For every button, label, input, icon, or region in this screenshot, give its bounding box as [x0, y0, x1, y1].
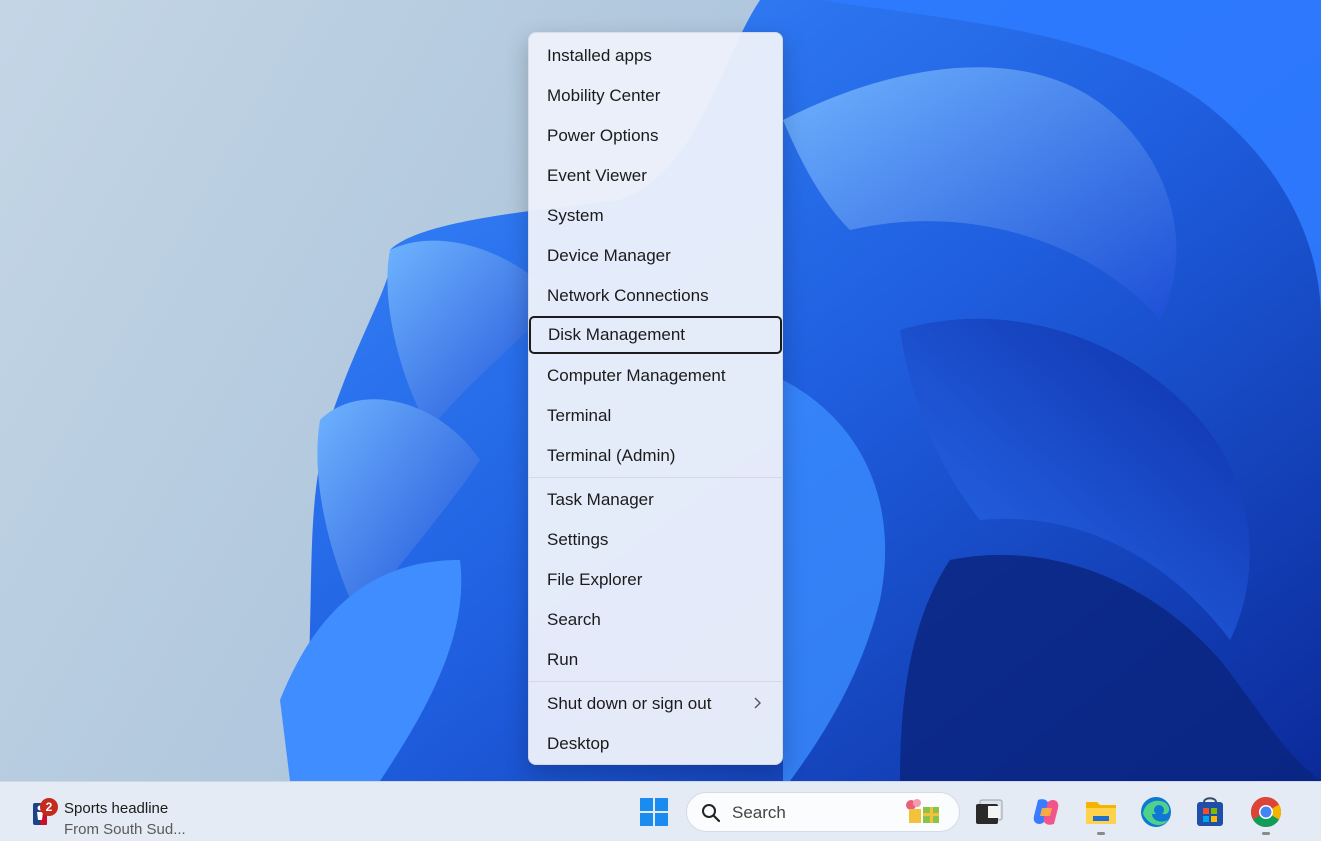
menu-item-desktop[interactable]: Desktop [529, 725, 782, 763]
menu-item-label: System [547, 206, 604, 225]
menu-item-mobility-center[interactable]: Mobility Center [529, 77, 782, 115]
task-view-icon[interactable] [972, 794, 1008, 830]
menu-item-device-manager[interactable]: Device Manager [529, 237, 782, 275]
menu-item-task-manager[interactable]: Task Manager [529, 481, 782, 519]
menu-separator [529, 477, 782, 478]
search-placeholder: Search [732, 803, 786, 822]
menu-item-computer-management[interactable]: Computer Management [529, 357, 782, 395]
menu-item-label: Network Connections [547, 286, 709, 305]
windows-start-icon[interactable] [636, 794, 672, 830]
menu-item-search[interactable]: Search [529, 601, 782, 639]
search-icon [702, 804, 721, 823]
menu-item-terminal[interactable]: Terminal [529, 397, 782, 435]
menu-item-label: Desktop [547, 734, 610, 753]
menu-item-terminal-admin[interactable]: Terminal (Admin) [529, 437, 782, 475]
search-highlight-gift-icon [906, 799, 939, 823]
microsoft-store-icon[interactable] [1192, 794, 1228, 830]
menu-item-label: Task Manager [547, 490, 654, 509]
menu-item-label: Event Viewer [547, 166, 647, 185]
menu-item-label: Run [547, 650, 579, 669]
menu-item-label: Computer Management [547, 366, 726, 385]
menu-item-installed-apps[interactable]: Installed apps [529, 37, 782, 75]
menu-item-system[interactable]: System [529, 197, 782, 235]
running-indicator [1097, 832, 1105, 835]
taskbar-search-box[interactable]: Search [686, 792, 960, 832]
menu-item-settings[interactable]: Settings [529, 521, 782, 559]
chrome-icon[interactable] [1248, 794, 1284, 830]
menu-item-label: Shut down or sign out [547, 694, 712, 713]
menu-item-label: Mobility Center [547, 86, 661, 105]
menu-item-power-options[interactable]: Power Options [529, 117, 782, 155]
running-indicator [1262, 832, 1270, 835]
menu-item-label: File Explorer [547, 570, 643, 589]
menu-item-label: Installed apps [547, 46, 652, 65]
notification-badge: 2 [40, 798, 58, 816]
copilot-icon[interactable] [1028, 794, 1064, 830]
menu-item-event-viewer[interactable]: Event Viewer [529, 157, 782, 195]
menu-item-shut-down-or-sign-out[interactable]: Shut down or sign out [529, 685, 782, 723]
widgets-button[interactable]: 2 Sports headline From South Sud... [30, 790, 230, 838]
menu-item-label: Disk Management [548, 325, 686, 344]
menu-item-label: Terminal (Admin) [547, 446, 676, 465]
winx-context-menu: Installed apps Mobility Center Power Opt… [528, 32, 783, 765]
widget-title: Sports headline [64, 800, 169, 817]
menu-item-label: Terminal [547, 406, 612, 425]
menu-item-label: Device Manager [547, 246, 671, 265]
edge-icon[interactable] [1138, 794, 1174, 830]
menu-item-file-explorer[interactable]: File Explorer [529, 561, 782, 599]
chevron-right-icon [754, 697, 761, 709]
menu-separator [529, 681, 782, 682]
widget-subtitle: From South Sud... [64, 821, 186, 838]
taskbar: 2 Sports headline From South Sud... Sear… [0, 781, 1321, 841]
menu-item-network-connections[interactable]: Network Connections [529, 277, 782, 315]
menu-item-label: Power Options [547, 126, 659, 145]
file-explorer-icon[interactable] [1083, 794, 1119, 830]
menu-item-label: Settings [547, 530, 609, 549]
menu-item-run[interactable]: Run [529, 641, 782, 679]
menu-item-disk-management[interactable]: Disk Management [529, 316, 782, 354]
menu-item-label: Search [547, 610, 601, 629]
